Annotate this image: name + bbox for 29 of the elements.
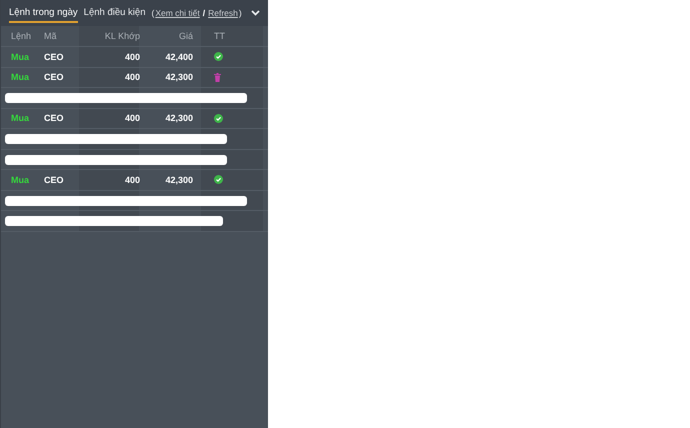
column-header: Lệnh [10,31,32,41]
separator-text: / [202,8,206,18]
table-cell-text: CEO [44,52,65,62]
column-header: Giá [178,31,193,41]
table-cell-text: 42,400 [164,52,193,62]
column-header: KL Khớp [104,31,140,41]
chevron-down-icon[interactable] [251,10,260,16]
table-cell-text: 42,300 [164,174,193,185]
table-cell-text: CEO [44,113,65,124]
column-header: TT [213,31,226,41]
tab[interactable]: Lệnh điều kiện [84,4,146,22]
table-cell-text: Mua [10,52,30,62]
table-cell-text: 400 [124,113,140,124]
table-cell-text: Mua [10,113,30,124]
detail-link[interactable]: Xem chi tiết [155,8,200,18]
table-cell-text: 400 [124,174,140,185]
table-cell-text: Mua [10,174,30,185]
table-cell-text: CEO [44,72,65,82]
column-header: Mã [44,31,58,41]
refresh-link[interactable]: Refresh [208,8,238,18]
table-cell-text: CEO [44,174,65,185]
table-cell-text: 400 [124,72,140,82]
table-cell-text: Mua [10,72,30,82]
paren-text: ( [151,8,154,18]
table-cell-text: 42,300 [164,72,193,82]
table-cell-text: 400 [124,52,140,62]
table-cell-text: 42,300 [164,113,193,124]
paren-text: ) [238,8,242,18]
tab[interactable]: Lệnh trong ngày [9,4,78,22]
